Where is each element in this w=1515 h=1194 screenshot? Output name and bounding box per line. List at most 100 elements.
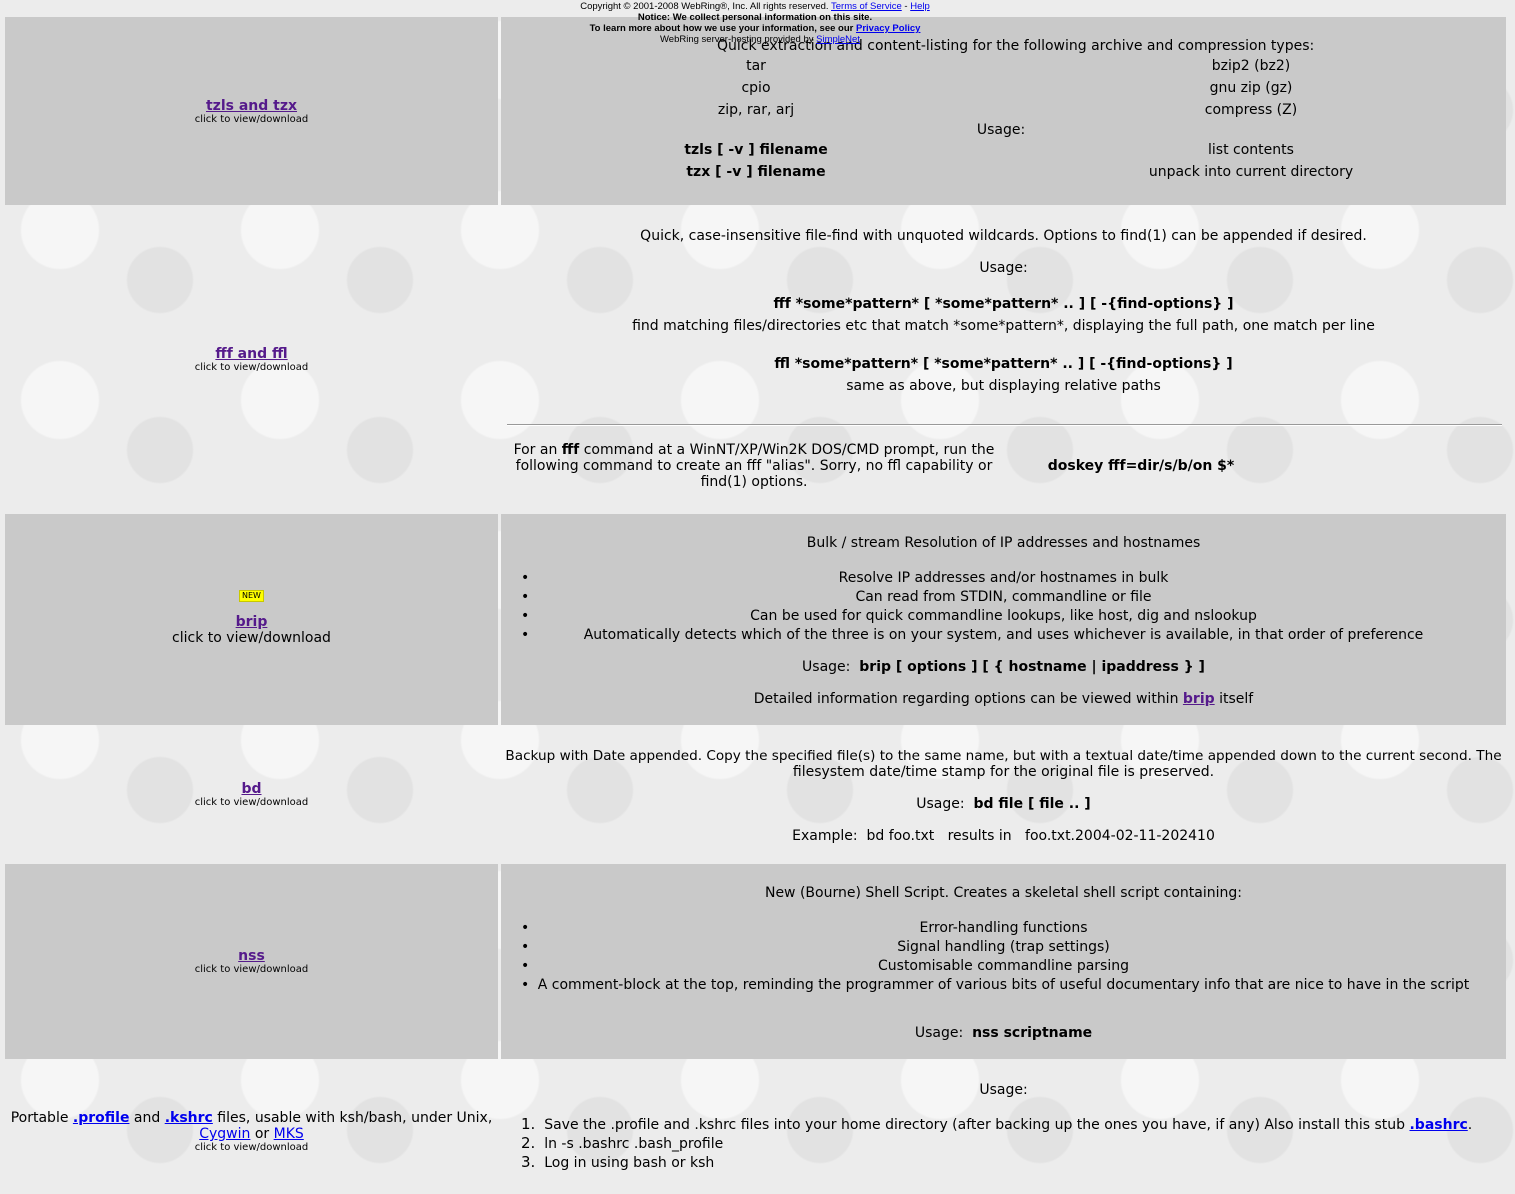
nss-usage: Usage: nss scriptname	[501, 1025, 1506, 1041]
nss-usage-cmd: nss scriptname	[972, 1025, 1093, 1041]
nss-title: New (Bourne) Shell Script. Creates a ske…	[764, 885, 1243, 901]
click-to-download: click to view/download	[172, 630, 331, 646]
profile-cell: Portable .profile and .kshrc files, usab…	[5, 1059, 498, 1194]
profile-step-2: 2. ln -s .bashrc .bash_profile	[521, 1134, 723, 1152]
fff-cmd: fff *some*pattern* [ *some*pattern* .. ]…	[773, 296, 1234, 312]
profile-usage-label: Usage:	[979, 1082, 1028, 1098]
tzls-cell: tzls and tzx click to view/download	[5, 17, 498, 205]
step-1-text: Save the .profile and .kshrc files into …	[544, 1117, 1406, 1133]
brip-detail-pre: Detailed information regarding options c…	[753, 691, 1179, 707]
brip-detail: Detailed information regarding options c…	[501, 691, 1506, 707]
nss-link[interactable]: nss	[238, 948, 265, 964]
tzx-cmd: tzx [ -v ] filename	[686, 164, 826, 180]
brip-detail-post: itself	[1219, 691, 1254, 707]
brip-bullet-4: Automatically detects which of the three…	[583, 627, 1424, 643]
brip-bullet-2: Can read from STDIN, commandline or file	[855, 589, 1152, 605]
bd-cell: bd click to view/download	[5, 725, 498, 864]
brip-bullet-1: Resolve IP addresses and/or hostnames in…	[838, 570, 1169, 586]
click-to-download: click to view/download	[194, 1142, 309, 1153]
separator: -	[904, 1, 908, 12]
nss-bullet-2: Signal handling (trap settings)	[897, 939, 1110, 955]
fff-intro: Quick, case-insensitive file-find with u…	[640, 228, 1367, 244]
click-to-download: click to view/download	[194, 362, 309, 373]
type-compress: compress (Z)	[1204, 102, 1298, 118]
dos-line2: following command to create an fff "alia…	[515, 458, 993, 474]
simplenet-link[interactable]: SimpleNet	[816, 34, 860, 45]
brip-link[interactable]: brip	[236, 614, 268, 630]
ffl-cmd: ffl *some*pattern* [ *some*pattern* .. ]…	[774, 356, 1233, 372]
dos-line1: command at a WinNT/XP/Win2K DOS/CMD prom…	[583, 442, 995, 458]
doskey-cmd: doskey fff=dir/s/b/on $*	[1047, 458, 1235, 474]
brip-cell: NEW brip click to view/download	[5, 514, 498, 725]
profile-description: Usage: 1. Save the .profile and .kshrc f…	[501, 1059, 1506, 1194]
brip-description: Bulk / stream Resolution of IP addresses…	[501, 514, 1506, 725]
ffl-cmd-desc: same as above, but displaying relative p…	[846, 378, 1161, 394]
help-link[interactable]: Help	[910, 1, 930, 12]
fff-link[interactable]: fff and ffl	[215, 346, 287, 362]
dos-note: For an fff command at a WinNT/XP/Win2K D…	[501, 442, 1007, 490]
row-nss: nss click to view/download New (Bourne) …	[5, 864, 1506, 1059]
type-cpio: cpio	[741, 80, 771, 96]
terms-link[interactable]: Terms of Service	[831, 1, 902, 12]
notice-text: Notice: We collect personal information …	[637, 12, 873, 23]
type-tar: tar	[746, 58, 766, 74]
brip-usage-label: Usage:	[802, 659, 851, 675]
click-to-download: click to view/download	[194, 964, 309, 975]
new-badge: NEW	[239, 590, 264, 602]
step-3-text: Log in using bash or ksh	[544, 1155, 715, 1171]
step-number: 3.	[521, 1153, 536, 1171]
brip-inline-link[interactable]: brip	[1183, 691, 1215, 707]
bd-link[interactable]: bd	[241, 781, 261, 797]
type-bzip2: bzip2 (bz2)	[1211, 58, 1291, 74]
nss-bullet-4: A comment-block at the top, reminding th…	[537, 977, 1470, 993]
tzls-cmd-desc: list contents	[1208, 142, 1294, 158]
row-fff: fff and ffl click to view/download Quick…	[5, 205, 1506, 514]
type-zip: zip, rar, arj	[717, 102, 795, 118]
privacy-link[interactable]: Privacy Policy	[856, 23, 920, 34]
bd-example: Example: bd foo.txt results in foo.txt.2…	[792, 828, 1215, 844]
kshrc-link[interactable]: .kshrc	[165, 1110, 213, 1126]
tzls-description: Quick extraction and content-listing for…	[501, 17, 1506, 205]
dos-line3: find(1) options.	[700, 474, 808, 490]
fff-cmd-desc: find matching files/directories etc that…	[632, 318, 1375, 334]
dos-pre: For an	[513, 442, 558, 458]
nss-cell: nss click to view/download	[5, 864, 498, 1059]
click-to-download: click to view/download	[194, 113, 309, 125]
type-gzip: gnu zip (gz)	[1209, 80, 1293, 96]
tzls-cmd: tzls [ -v ] filename	[684, 142, 828, 158]
mks-link[interactable]: MKS	[274, 1126, 304, 1142]
hosting-text: WebRing server-hosting provided by	[660, 34, 814, 45]
profile-pre: Portable	[10, 1110, 69, 1126]
profile-step-3: 3. Log in using bash or ksh	[521, 1153, 714, 1171]
nss-usage-label: Usage:	[914, 1025, 964, 1041]
profile-line2: Cygwin or MKS	[199, 1126, 304, 1142]
profile-line1: Portable .profile and .kshrc files, usab…	[11, 1110, 493, 1126]
profile-step-1: 1. Save the .profile and .kshrc files in…	[521, 1115, 1472, 1133]
tzls-usage-label: Usage:	[976, 122, 1026, 138]
divider	[507, 424, 1502, 426]
copyright-text: Copyright © 2001-2008 WebRing®, Inc. All…	[580, 1, 829, 12]
webring-notice: Copyright © 2001-2008 WebRing®, Inc. All…	[540, 1, 970, 45]
tzx-cmd-desc: unpack into current directory	[1148, 164, 1354, 180]
profile-or: or	[254, 1126, 270, 1142]
nss-bullet-3: Customisable commandline parsing	[878, 958, 1129, 974]
brip-usage: Usage: brip [ options ] [ { hostname | i…	[501, 659, 1506, 675]
nss-bullet-1: Error-handling functions	[919, 920, 1088, 936]
row-profile: Portable .profile and .kshrc files, usab…	[5, 1059, 1506, 1194]
bd-usage-cmd: bd file [ file .. ]	[973, 796, 1091, 812]
tzls-link[interactable]: tzls and tzx	[206, 98, 297, 114]
cygwin-link[interactable]: Cygwin	[199, 1126, 250, 1142]
brip-usage-cmd: brip [ options ] [ { hostname | ipaddres…	[859, 659, 1205, 675]
bd-line1: Backup with Date appended. Copy the spec…	[505, 748, 1502, 764]
dos-bold: fff	[561, 442, 580, 458]
fff-usage-label: Usage:	[979, 260, 1028, 276]
brip-bullet-3: Can be used for quick commandline lookup…	[750, 608, 1257, 624]
row-tzls: tzls and tzx click to view/download Quic…	[5, 17, 1506, 205]
step-2-text: ln -s .bashrc .bash_profile	[544, 1136, 724, 1152]
click-to-download: click to view/download	[194, 797, 309, 808]
profile-post: files, usable with ksh/bash, under Unix,	[217, 1110, 493, 1126]
profile-link[interactable]: .profile	[73, 1110, 130, 1126]
bashrc-link[interactable]: .bashrc	[1409, 1117, 1467, 1133]
learn-text: To learn more about how we use your info…	[589, 23, 854, 34]
brip-title: Bulk / stream Resolution of IP addresses…	[806, 535, 1201, 551]
